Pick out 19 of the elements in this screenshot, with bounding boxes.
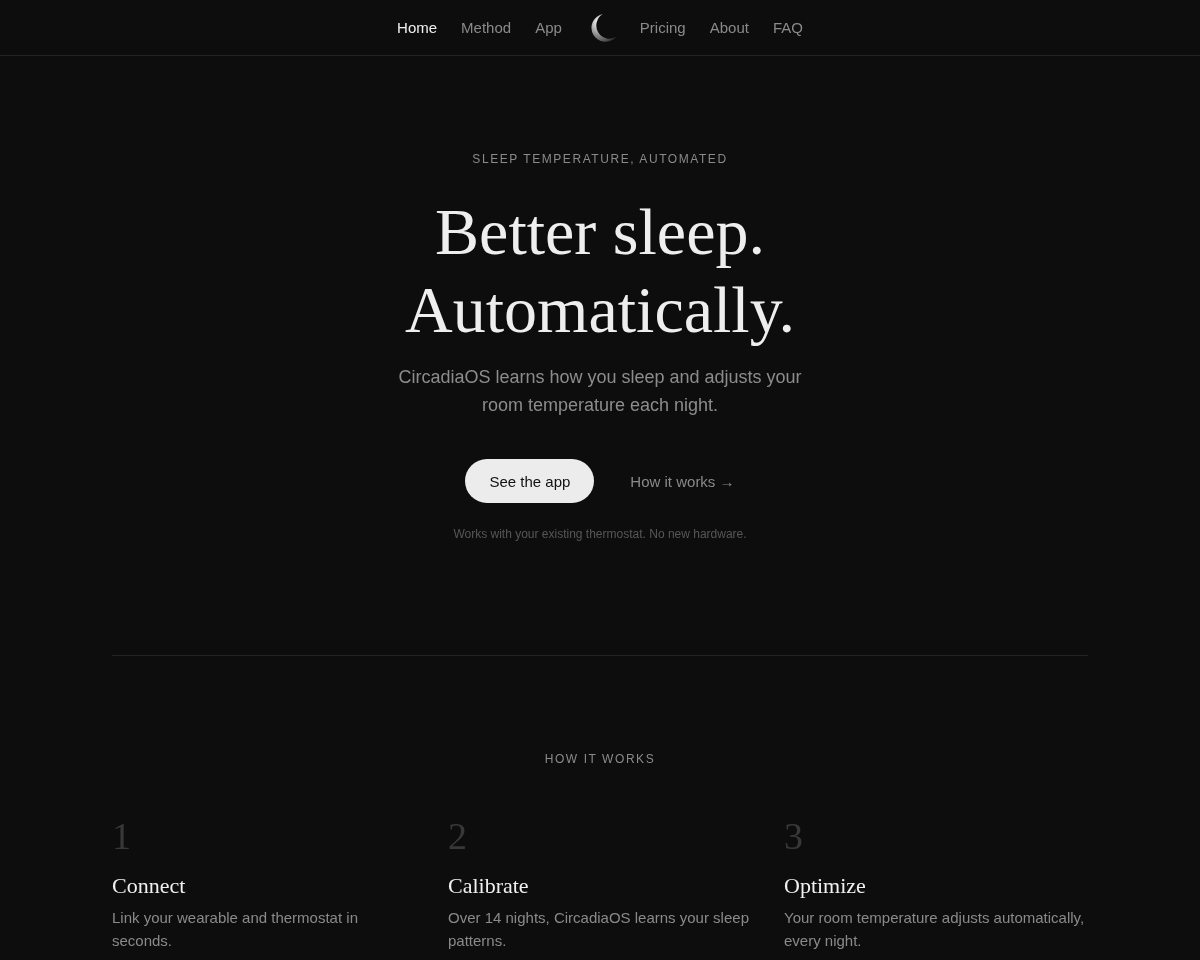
hero-heading: Better sleep. Automatically. [405,194,795,348]
step-title: Optimize [784,872,867,900]
hero-lead: CircadiaOS learns how you sleep and adjusts your room temperature each night. [397,366,803,417]
step-title: Calibrate [448,872,530,900]
nav-link[interactable]: Method [461,17,512,38]
see-app-button[interactable]: See the app [465,459,595,503]
nav-link[interactable]: FAQ [772,17,803,38]
hero-eyebrow: SLEEP TEMPERATURE, AUTOMATED [472,151,728,167]
nav-link[interactable]: App [535,17,562,38]
nav-link[interactable]: Pricing [639,17,686,38]
step-description: Over 14 nights, CircadiaOS learns your sleep patterns. [448,908,750,951]
section-label: HOW IT WORKS [544,751,656,767]
hero-note: Works with your existing thermostat. No new hardware. [453,526,747,543]
nav-link[interactable]: Home [397,17,438,38]
step-title: Connect [112,872,187,900]
step-description: Link your wearable and thermostat in seconds. [112,908,359,951]
nav-link[interactable]: About [709,17,749,38]
step-description: Your room temperature adjusts automatically, every night. [784,908,1086,951]
how-it-works-link[interactable]: How it works → [630,472,735,490]
